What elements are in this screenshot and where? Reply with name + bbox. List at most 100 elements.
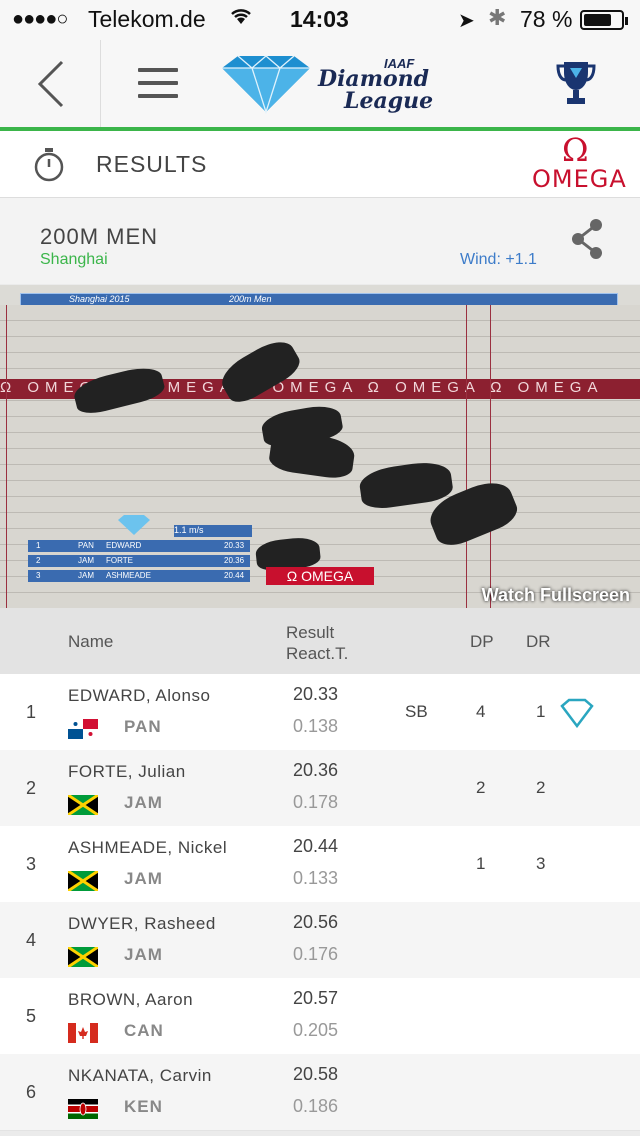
table-row[interactable]: 2 FORTE, Julian JAM 20.36 0.178 2 2	[0, 750, 640, 827]
event-location: Shanghai	[40, 251, 108, 268]
result-time: 20.58	[293, 1064, 339, 1084]
banner-event: 200m Men	[229, 294, 272, 304]
column-header-name: Name	[68, 632, 114, 651]
diamond-race-rank: 1	[536, 702, 546, 721]
bluetooth-icon: ✱	[488, 5, 507, 30]
diamond-race-rank: 3	[536, 854, 546, 873]
result-time: 20.57	[293, 988, 339, 1008]
overlay-row: 1 PAN EDWARD 20.33	[28, 540, 250, 552]
row-rank: 3	[26, 854, 37, 874]
stopwatch-icon	[32, 145, 66, 188]
overlay-athlete: FORTE	[106, 556, 133, 565]
lane-marker-line	[6, 305, 7, 608]
reaction-time: 0.138	[293, 716, 339, 736]
result-time: 20.33	[293, 684, 339, 704]
overlay-position: 3	[36, 571, 41, 580]
column-header-result: Result React.T.	[286, 622, 348, 664]
signal-strength: ●●●●○	[12, 8, 68, 30]
wifi-icon	[228, 4, 254, 32]
share-button[interactable]	[570, 218, 604, 265]
flag-can-icon	[68, 1023, 98, 1043]
overlay-row: 3 JAM ASHMEADE 20.44	[28, 570, 250, 582]
country-code: KEN	[124, 1097, 163, 1116]
battery-fill	[584, 14, 612, 26]
record-badge: SB	[405, 702, 428, 721]
table-row[interactable]: 4 DWYER, Rasheed JAM 20.56 0.176	[0, 902, 640, 979]
photo-results-overlay: 1.1 m/s 1 PAN EDWARD 20.33 2 JAM FORTE 2…	[24, 515, 252, 585]
table-row[interactable]: 6 NKANATA, Carvin KEN 20.58 0.186	[0, 1054, 640, 1131]
country-code: PAN	[124, 717, 162, 736]
flag-jam-icon	[68, 871, 98, 891]
diamond-points: 2	[476, 778, 486, 797]
section-title: RESULTS	[96, 151, 208, 177]
reaction-time: 0.186	[293, 1096, 339, 1116]
athlete-name: BROWN, Aaron	[68, 990, 194, 1009]
location-arrow-icon: ➤	[458, 10, 475, 32]
banner-meeting: Shanghai 2015	[69, 294, 130, 304]
flag-jam-icon	[68, 795, 98, 815]
share-icon	[572, 219, 602, 259]
trophy-icon	[556, 62, 596, 104]
overlay-country: JAM	[78, 571, 94, 580]
row-rank: 2	[26, 778, 37, 798]
clock: 14:03	[290, 6, 349, 32]
athlete-name: EDWARD, Alonso	[68, 686, 211, 705]
reaction-time: 0.178	[293, 792, 339, 812]
battery-percentage: 78 %	[520, 6, 573, 32]
overlay-athlete: ASHMEADE	[106, 571, 151, 580]
overlay-country: PAN	[78, 541, 94, 550]
photo-finish-image[interactable]: Shanghai 2015 200m Men Ω OMEGA Ω OMEGA Ω…	[0, 285, 640, 608]
results-header: RESULTS Ω OMEGA	[0, 131, 640, 198]
overlay-wind: 1.1 m/s	[174, 525, 252, 537]
diamond-points: 4	[476, 702, 486, 721]
diamond-icon	[560, 698, 594, 733]
finish-line	[490, 305, 491, 608]
overlay-row: 2 JAM FORTE 20.36	[28, 555, 250, 567]
diamond-points: 1	[476, 854, 486, 873]
row-rank: 4	[26, 930, 37, 950]
row-rank: 6	[26, 1082, 37, 1102]
reaction-time: 0.176	[293, 944, 339, 964]
diamond-icon	[116, 515, 152, 535]
chevron-left-icon	[37, 60, 64, 108]
column-header-dr: DR	[526, 632, 551, 651]
country-code: JAM	[124, 869, 163, 888]
column-header-dp: DP	[470, 632, 494, 651]
row-rank: 5	[26, 1006, 37, 1026]
column-header-result-label: Result	[286, 623, 335, 642]
omega-logo-text: OMEGA	[532, 165, 627, 193]
omega-timing-badge: Ω OMEGA	[266, 567, 374, 585]
back-button[interactable]	[0, 40, 101, 128]
athlete-name: DWYER, Rasheed	[68, 914, 216, 933]
overlay-athlete: EDWARD	[106, 541, 142, 550]
watch-fullscreen-link[interactable]: Watch Fullscreen	[482, 585, 630, 606]
wind-reading: Wind: +1.1	[460, 251, 537, 268]
menu-line	[138, 94, 178, 98]
overlay-position: 2	[36, 556, 41, 565]
athlete-name: FORTE, Julian	[68, 762, 186, 781]
diamond-race-rank: 2	[536, 778, 546, 797]
result-time: 20.56	[293, 912, 339, 932]
battery-icon	[580, 10, 628, 30]
event-header: 200M MEN Shanghai Wind: +1.1	[0, 198, 640, 284]
status-bar: ●●●●○ Telekom.de 14:03 ➤ ✱ 78 %	[0, 0, 640, 40]
hamburger-menu-button[interactable]	[138, 68, 178, 98]
table-row[interactable]: 5 BROWN, Aaron CAN 20.57 0.205	[0, 978, 640, 1055]
result-time: 20.44	[293, 836, 339, 856]
finish-line	[466, 305, 467, 608]
result-time: 20.36	[293, 760, 339, 780]
flag-jam-icon	[68, 947, 98, 967]
table-row[interactable]: 3 ASHMEADE, Nickel JAM 20.44 0.133 1 3	[0, 826, 640, 903]
flag-ken-icon	[68, 1099, 98, 1119]
overlay-time: 20.44	[224, 571, 245, 580]
menu-line	[138, 81, 178, 85]
diamond-league-logo: IAAF Diamond League	[218, 52, 433, 122]
country-code: JAM	[124, 793, 163, 812]
overlay-country: JAM	[78, 556, 94, 565]
table-row[interactable]: 1 EDWARD, Alonso PAN 20.33 0.138 SB 4 1	[0, 674, 640, 751]
menu-line	[138, 68, 178, 72]
row-rank: 1	[26, 702, 37, 722]
trophy-button[interactable]	[556, 58, 596, 113]
flag-pan-icon	[68, 719, 98, 739]
diamond-logo-icon	[222, 55, 310, 114]
